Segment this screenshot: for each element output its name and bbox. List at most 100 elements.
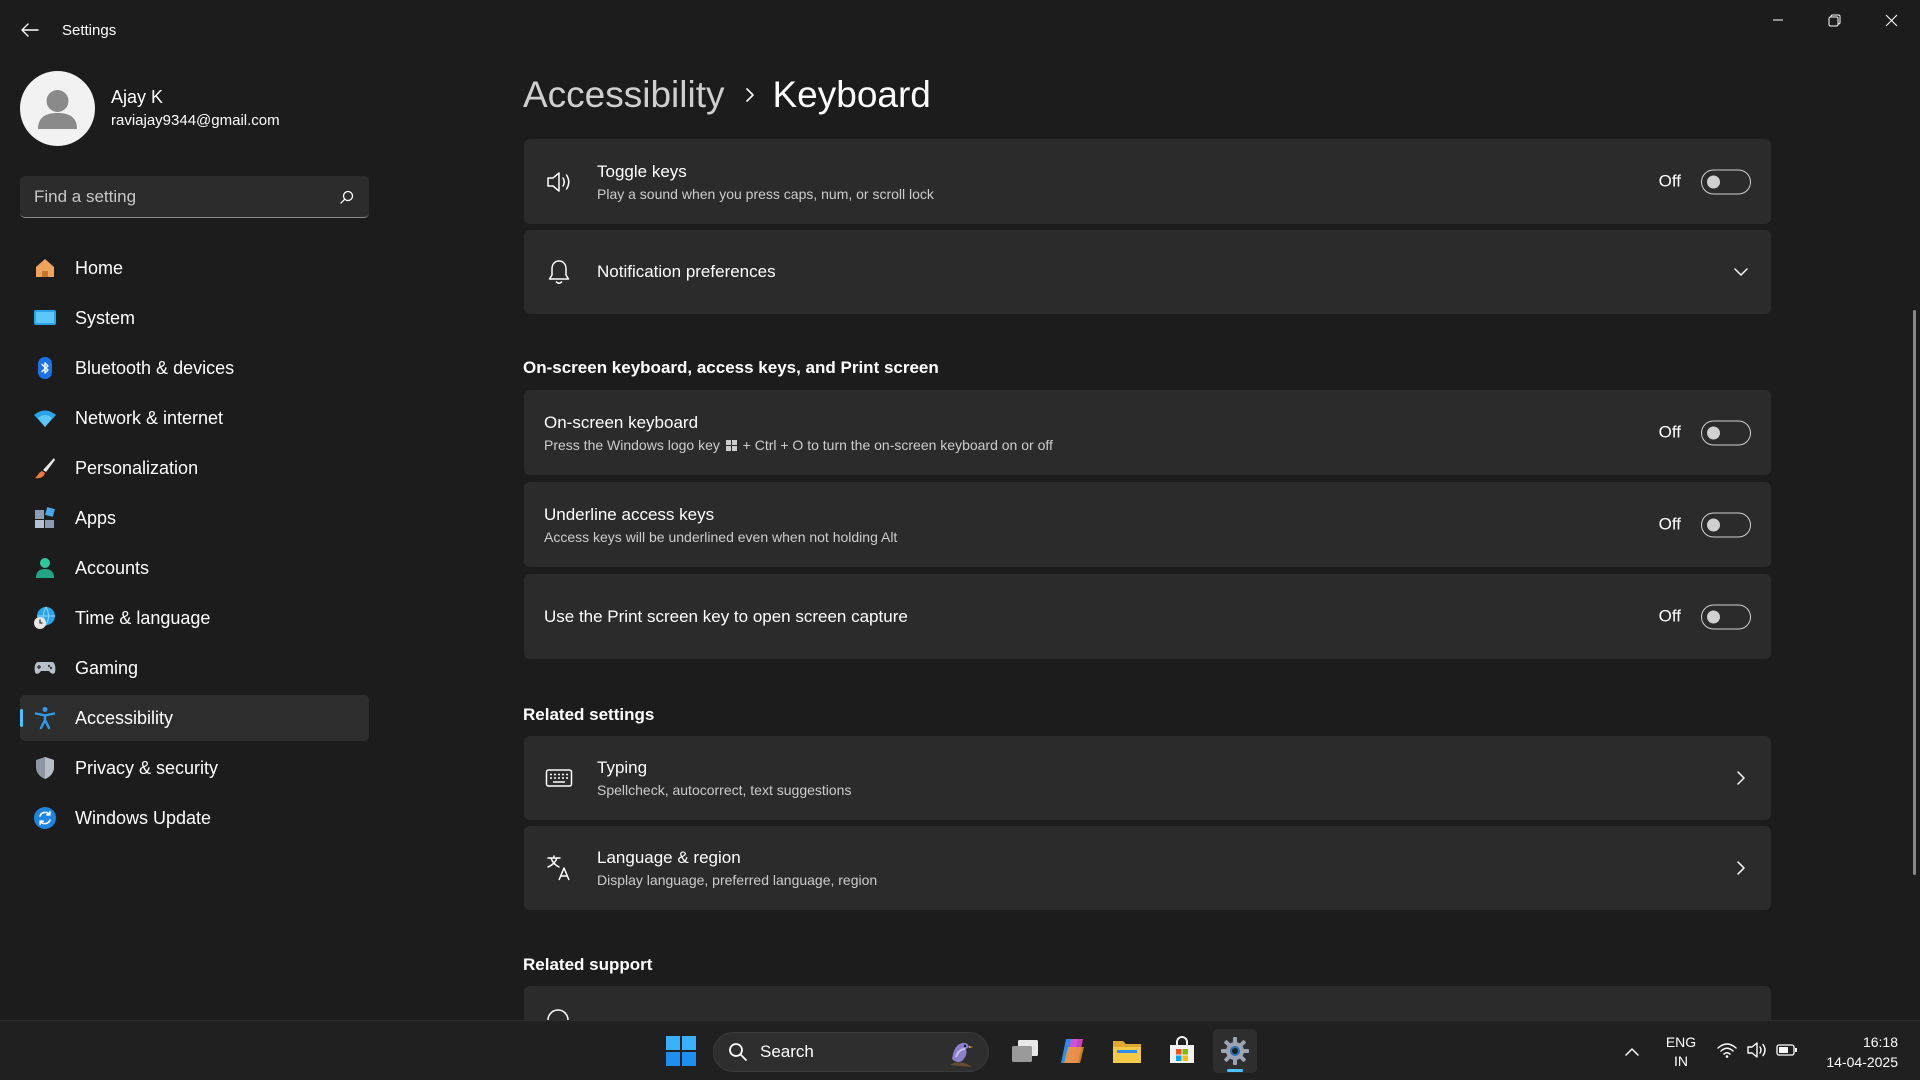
clock-time: 16:18	[1862, 1034, 1898, 1050]
gear-icon	[1221, 1037, 1249, 1065]
restore-button[interactable]	[1806, 0, 1863, 40]
notification-preferences-card[interactable]: Notification preferences	[524, 230, 1771, 314]
sidebar-item-accessibility[interactable]: Accessibility	[20, 695, 369, 741]
gamepad-icon	[32, 655, 58, 681]
sidebar-item-label: Personalization	[75, 457, 199, 478]
print-screen-switch[interactable]	[1701, 604, 1751, 629]
onscreen-keyboard-desc-start: Press the Windows logo key	[544, 436, 720, 453]
onscreen-keyboard-switch[interactable]	[1701, 420, 1751, 445]
store-icon	[1170, 1036, 1194, 1063]
microsoft-store-button[interactable]	[1160, 1029, 1204, 1073]
minimize-icon	[1772, 19, 1783, 21]
search-icon[interactable]	[339, 189, 355, 205]
breadcrumb-parent[interactable]: Accessibility	[523, 74, 725, 116]
accounts-icon	[32, 555, 58, 581]
underline-access-keys-switch[interactable]	[1701, 512, 1751, 537]
language-region-desc: Display language, preferred language, re…	[597, 872, 878, 888]
language-region-card[interactable]: Language & region Display language, pref…	[524, 826, 1771, 910]
onscreen-keyboard-card: On-screen keyboard Press the Windows log…	[524, 390, 1771, 475]
copilot-button[interactable]	[1050, 1029, 1094, 1073]
notification-preferences-title: Notification preferences	[597, 262, 776, 281]
settings-app-button[interactable]	[1213, 1029, 1257, 1073]
scrollbar[interactable]	[1913, 310, 1916, 875]
bell-icon	[544, 257, 574, 287]
sidebar-item-label: Accounts	[75, 557, 150, 578]
system-tray[interactable]	[1716, 1039, 1798, 1061]
input-language-indicator[interactable]: ENG IN	[1662, 1033, 1700, 1071]
wifi-icon[interactable]	[1716, 1039, 1738, 1061]
toggle-keys-switch[interactable]	[1701, 169, 1751, 194]
file-explorer-button[interactable]	[1105, 1029, 1149, 1073]
related-support-card[interactable]	[524, 986, 1771, 1020]
sidebar-item-gaming[interactable]: Gaming	[20, 645, 369, 691]
folder-icon	[1113, 1041, 1141, 1063]
region-code: IN	[1674, 1053, 1688, 1069]
minimize-button[interactable]	[1749, 0, 1806, 40]
system-icon	[32, 305, 58, 331]
profile-email: raviajay9344@gmail.com	[111, 112, 280, 129]
sidebar-item-personalization[interactable]: Personalization	[20, 445, 369, 491]
chevron-up-icon	[1625, 1047, 1639, 1056]
close-button[interactable]	[1863, 0, 1920, 40]
close-icon	[1885, 14, 1898, 26]
sidebar-item-network[interactable]: Network & internet	[20, 395, 369, 441]
chevron-down-icon[interactable]	[1731, 262, 1751, 282]
underline-access-keys-state: Off	[1658, 514, 1681, 534]
page-title: Keyboard	[772, 74, 931, 115]
sidebar-nav: Home System Bluetooth & devices Network …	[20, 245, 369, 845]
bluetooth-icon	[32, 355, 58, 381]
sidebar-item-label: Privacy & security	[75, 757, 219, 778]
taskbar: Search ENG IN 16:18 14-04-2025	[0, 1020, 1920, 1080]
profile-name: Ajay K	[111, 87, 164, 107]
show-hidden-icons-button[interactable]	[1620, 1041, 1644, 1061]
typing-title: Typing	[597, 758, 648, 777]
sidebar-item-privacy-security[interactable]: Privacy & security	[20, 745, 369, 791]
task-view-icon	[1012, 1040, 1038, 1062]
language-region-title: Language & region	[597, 848, 741, 867]
sidebar-item-home[interactable]: Home	[20, 245, 369, 291]
language-code: ENG	[1665, 1034, 1697, 1050]
task-view-button[interactable]	[1003, 1029, 1047, 1073]
sidebar-item-label: System	[75, 307, 136, 328]
toggle-keys-desc: Play a sound when you press caps, num, o…	[597, 185, 934, 202]
clock[interactable]: 16:18 14-04-2025	[1826, 1032, 1898, 1072]
print-screen-state: Off	[1658, 606, 1681, 626]
restore-icon	[1828, 14, 1841, 26]
section-heading-related-support: Related support	[523, 955, 653, 974]
windows-logo-icon	[725, 439, 737, 451]
app-title: Settings	[62, 22, 117, 39]
windows-logo-icon	[666, 1036, 696, 1066]
print-screen-title: Use the Print screen key to open screen …	[544, 606, 908, 626]
toggle-keys-state: Off	[1658, 171, 1681, 191]
section-heading-onscreen: On-screen keyboard, access keys, and Pri…	[523, 358, 939, 377]
volume-icon[interactable]	[1746, 1039, 1768, 1061]
back-button[interactable]	[14, 14, 46, 46]
sidebar-item-apps[interactable]: Apps	[20, 495, 369, 541]
battery-icon[interactable]	[1776, 1039, 1798, 1061]
clock-date: 14-04-2025	[1826, 1054, 1898, 1070]
typing-card[interactable]: Typing Spellcheck, autocorrect, text sug…	[524, 736, 1771, 820]
sidebar-item-label: Home	[75, 257, 124, 278]
user-silhouette-icon	[38, 89, 77, 129]
start-button[interactable]	[664, 1034, 698, 1068]
breadcrumb: Accessibility Keyboard	[523, 70, 931, 120]
sidebar-item-windows-update[interactable]: Windows Update	[20, 795, 369, 841]
sidebar-item-bluetooth[interactable]: Bluetooth & devices	[20, 345, 369, 391]
taskbar-search[interactable]: Search	[713, 1032, 989, 1072]
sidebar-item-label: Network & internet	[75, 407, 224, 428]
sidebar-item-time-language[interactable]: Time & language	[20, 595, 369, 641]
search-icon	[729, 1043, 747, 1061]
sidebar-item-label: Windows Update	[75, 807, 212, 828]
back-arrow-icon	[21, 23, 39, 37]
globe-clock-icon	[32, 605, 58, 631]
section-heading-related-settings: Related settings	[523, 705, 655, 724]
typing-desc: Spellcheck, autocorrect, text suggestion…	[597, 782, 852, 798]
chevron-right-icon	[1731, 858, 1751, 878]
language-icon	[544, 853, 574, 883]
sidebar-item-accounts[interactable]: Accounts	[20, 545, 369, 591]
search-input[interactable]	[34, 186, 339, 207]
user-profile[interactable]: Ajay K raviajay9344@gmail.com	[20, 70, 280, 146]
breadcrumb-chevron-icon	[745, 87, 755, 103]
settings-search[interactable]	[20, 176, 369, 218]
sidebar-item-system[interactable]: System	[20, 295, 369, 341]
